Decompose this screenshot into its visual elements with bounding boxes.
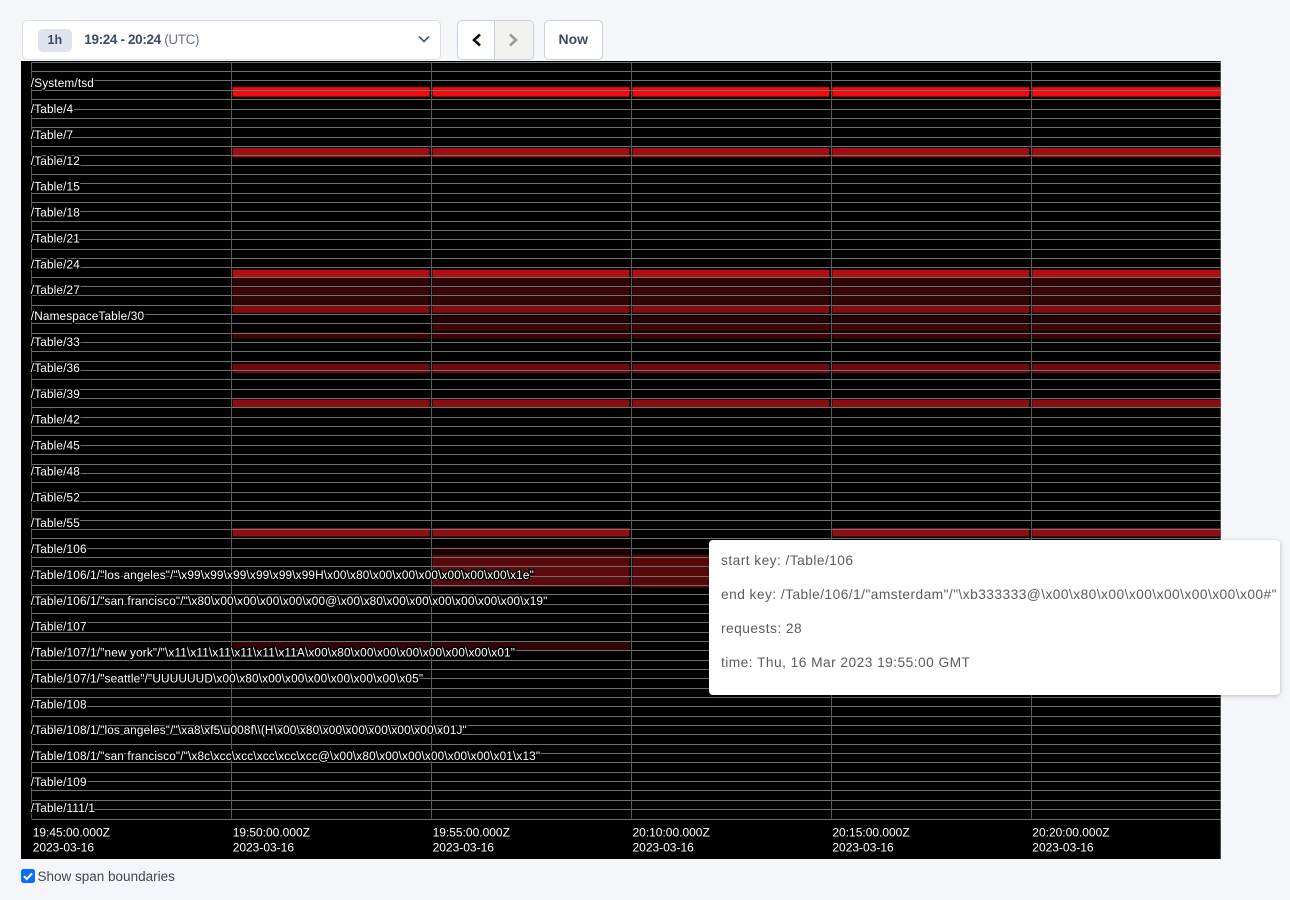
svg-text:/Table/52: /Table/52 xyxy=(31,491,80,504)
svg-text:2023-03-16: 2023-03-16 xyxy=(33,840,95,854)
svg-text:/Table/106/1/"los angeles"/"\x: /Table/106/1/"los angeles"/"\x99\x99\x99… xyxy=(31,569,534,582)
svg-text:2023-03-16: 2023-03-16 xyxy=(233,840,295,854)
svg-text:/Table/33: /Table/33 xyxy=(31,336,80,349)
svg-text:/Table/18: /Table/18 xyxy=(31,207,80,220)
svg-text:/Table/39: /Table/39 xyxy=(31,388,80,401)
svg-text:/Table/55: /Table/55 xyxy=(31,517,80,530)
svg-text:20:20:00.000Z: 20:20:00.000Z xyxy=(1032,825,1109,839)
svg-text:/Table/12: /Table/12 xyxy=(31,155,80,168)
svg-text:/Table/15: /Table/15 xyxy=(31,181,80,194)
svg-text:/Table/108/1/"los angeles"/"\x: /Table/108/1/"los angeles"/"\xa8\xf5\u00… xyxy=(31,724,467,737)
svg-text:2023-03-16: 2023-03-16 xyxy=(433,840,495,854)
svg-text:/Table/106: /Table/106 xyxy=(31,543,87,556)
svg-text:/Table/27: /Table/27 xyxy=(31,284,80,297)
svg-text:/System/tsd: /System/tsd xyxy=(31,77,94,90)
svg-text:/Table/36: /Table/36 xyxy=(31,362,80,375)
svg-text:19:55:00.000Z: 19:55:00.000Z xyxy=(433,825,510,839)
svg-text:/Table/21: /Table/21 xyxy=(31,232,80,245)
svg-text:19:50:00.000Z: 19:50:00.000Z xyxy=(233,825,310,839)
svg-text:/Table/108/1/"san francisco"/": /Table/108/1/"san francisco"/"\x8c\xcc\x… xyxy=(31,750,540,763)
svg-text:2023-03-16: 2023-03-16 xyxy=(633,840,695,854)
svg-text:/Table/42: /Table/42 xyxy=(31,414,80,427)
svg-text:/Table/109: /Table/109 xyxy=(31,776,87,789)
svg-text:/Table/7: /Table/7 xyxy=(31,129,73,142)
svg-text:/Table/107: /Table/107 xyxy=(31,621,87,634)
svg-text:/Table/107/1/"new york"/"\x11\: /Table/107/1/"new york"/"\x11\x11\x11\x1… xyxy=(31,647,515,660)
svg-text:/Table/4: /Table/4 xyxy=(31,103,74,116)
svg-text:/Table/108: /Table/108 xyxy=(31,698,87,711)
svg-text:/Table/111/1: /Table/111/1 xyxy=(31,802,95,815)
svg-text:/Table/107/1/"seattle"/"UUUUUU: /Table/107/1/"seattle"/"UUUUUUD\x00\x80\… xyxy=(31,672,423,685)
svg-text:/Table/106/1/"san francisco"/": /Table/106/1/"san francisco"/"\x80\x00\x… xyxy=(31,595,548,608)
svg-text:20:10:00.000Z: 20:10:00.000Z xyxy=(633,825,710,839)
svg-text:20:15:00.000Z: 20:15:00.000Z xyxy=(833,825,910,839)
svg-text:/Table/45: /Table/45 xyxy=(31,439,80,452)
svg-text:/Table/48: /Table/48 xyxy=(31,465,80,478)
svg-text:2023-03-16: 2023-03-16 xyxy=(833,840,895,854)
svg-text:2023-03-16: 2023-03-16 xyxy=(1032,840,1094,854)
svg-text:19:45:00.000Z: 19:45:00.000Z xyxy=(33,825,110,839)
svg-text:/Table/24: /Table/24 xyxy=(31,258,80,271)
svg-text:/NamespaceTable/30: /NamespaceTable/30 xyxy=(31,310,145,323)
